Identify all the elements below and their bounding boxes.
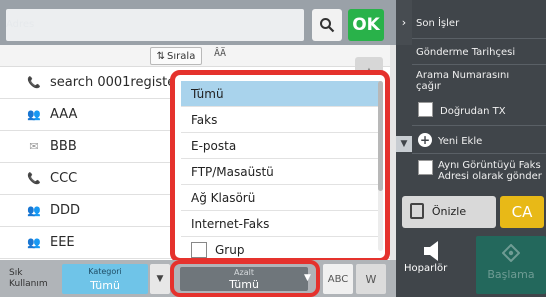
call-number-line1: Arama Numarasını (416, 70, 510, 81)
speaker-icon (424, 241, 438, 261)
narrow-label: Azalt (234, 268, 254, 277)
address-placeholder: Adres (6, 19, 35, 30)
narrow-dropdown-menu: Tümü Faks E-posta FTP/Masaüstü Ağ Klasör… (170, 70, 390, 263)
chevron-down-icon: ▼ (304, 273, 311, 283)
dropdown-scrollbar-thumb[interactable] (378, 81, 383, 191)
speaker-button[interactable]: Hoparlör (400, 236, 470, 294)
same-image-label: Aynı Görüntüyü Faks Adresi olarak gönder (438, 160, 542, 182)
chevron-down-icon[interactable]: ▼ (150, 264, 170, 294)
list-item-name: DDD (50, 203, 81, 218)
sort-label: Sırala (167, 50, 196, 62)
address-bar: Adres OK (0, 0, 396, 45)
sort-button[interactable]: ⇅ Sırala (150, 47, 202, 65)
dropdown-item-email[interactable]: E-posta (181, 133, 381, 159)
preview-button[interactable]: Önizle (402, 196, 496, 228)
plus-icon: + (418, 133, 432, 147)
dropdown-item-fax[interactable]: Faks (181, 107, 381, 133)
same-image-line1: Aynı Görüntüyü Faks (438, 160, 541, 171)
group-icon: 👥 (27, 108, 41, 121)
recent-jobs-link[interactable]: Son İşler (416, 18, 459, 29)
same-image-line2: Adresi olarak gönder (438, 171, 542, 182)
address-input[interactable] (6, 9, 304, 41)
frequent-line1: Sık (9, 268, 23, 278)
abc-index-button[interactable]: ABC (323, 264, 353, 294)
dropdown-item-group-label: Grup (215, 242, 245, 257)
start-button[interactable]: Başlama (476, 236, 546, 294)
new-entry-link[interactable]: Yeni Ekle (438, 136, 482, 147)
dropdown-item-all[interactable]: Tümü (181, 81, 381, 107)
w-index-button[interactable]: W (356, 264, 386, 294)
list-item-name: search 0001register (50, 75, 181, 90)
divider (412, 125, 546, 126)
chevron-down-icon[interactable]: ▼ (396, 136, 412, 152)
frequent-use-button[interactable]: Sık Kullanım (4, 265, 54, 293)
frequent-line2: Kullanım (9, 279, 48, 289)
ca-button[interactable]: CA (500, 196, 544, 228)
group-checkbox[interactable] (191, 241, 207, 258)
narrow-select[interactable]: Azalt Tümü ▼ (180, 267, 311, 291)
chevron-right-icon[interactable]: › (396, 0, 412, 45)
ok-button[interactable]: OK (348, 9, 384, 41)
call-number-line2: çağır (416, 81, 441, 92)
divider (412, 38, 546, 39)
dropdown-item-ftp-desktop[interactable]: FTP/Masaüstü (181, 159, 381, 185)
category-select[interactable]: Kategori Tümü (62, 264, 148, 294)
dropdown-item-network-folder[interactable]: Ağ Klasörü (181, 185, 381, 211)
direct-tx-checkbox[interactable] (418, 102, 433, 117)
az-toggle-button[interactable]: ÂÄ (214, 48, 226, 59)
list-item-name: EEE (50, 235, 75, 250)
search-icon (320, 18, 335, 33)
sort-arrows-icon: ⇅ (156, 50, 166, 62)
send-history-link[interactable]: Gönderme Tarihçesi (416, 47, 515, 58)
bottom-bar: Sık Kullanım Kategori Tümü ▼ Azalt Tümü … (0, 260, 396, 297)
direct-tx-label: Doğrudan TX (440, 106, 506, 117)
list-item-name: AAA (50, 107, 78, 122)
divider (412, 153, 546, 154)
phone-icon: 📞 (27, 172, 41, 185)
envelope-icon: ✉ (29, 140, 39, 153)
narrow-select-highlight: Azalt Tümü ▼ (170, 260, 320, 297)
dropdown-item-internet-fax[interactable]: Internet-Faks (181, 211, 381, 237)
group-icon: 👥 (27, 204, 41, 217)
divider (412, 64, 546, 65)
search-button[interactable] (312, 9, 342, 41)
call-number-link[interactable]: Arama Numarasını çağır (416, 70, 509, 92)
group-icon: 👥 (27, 236, 41, 249)
preview-label: Önizle (431, 205, 467, 218)
same-image-checkbox[interactable] (418, 160, 433, 175)
phone-icon: 📞 (27, 76, 41, 89)
start-icon (502, 244, 520, 262)
category-label: Kategori (88, 267, 122, 276)
list-item-name: BBB (50, 139, 77, 154)
category-value: Tümü (90, 279, 120, 292)
start-label: Başlama (487, 268, 535, 281)
narrow-value: Tümü (229, 278, 259, 291)
speaker-label: Hoparlör (404, 263, 448, 274)
list-item-name: CCC (50, 171, 78, 186)
sort-row: ⇅ Sırala ÂÄ (0, 45, 390, 67)
